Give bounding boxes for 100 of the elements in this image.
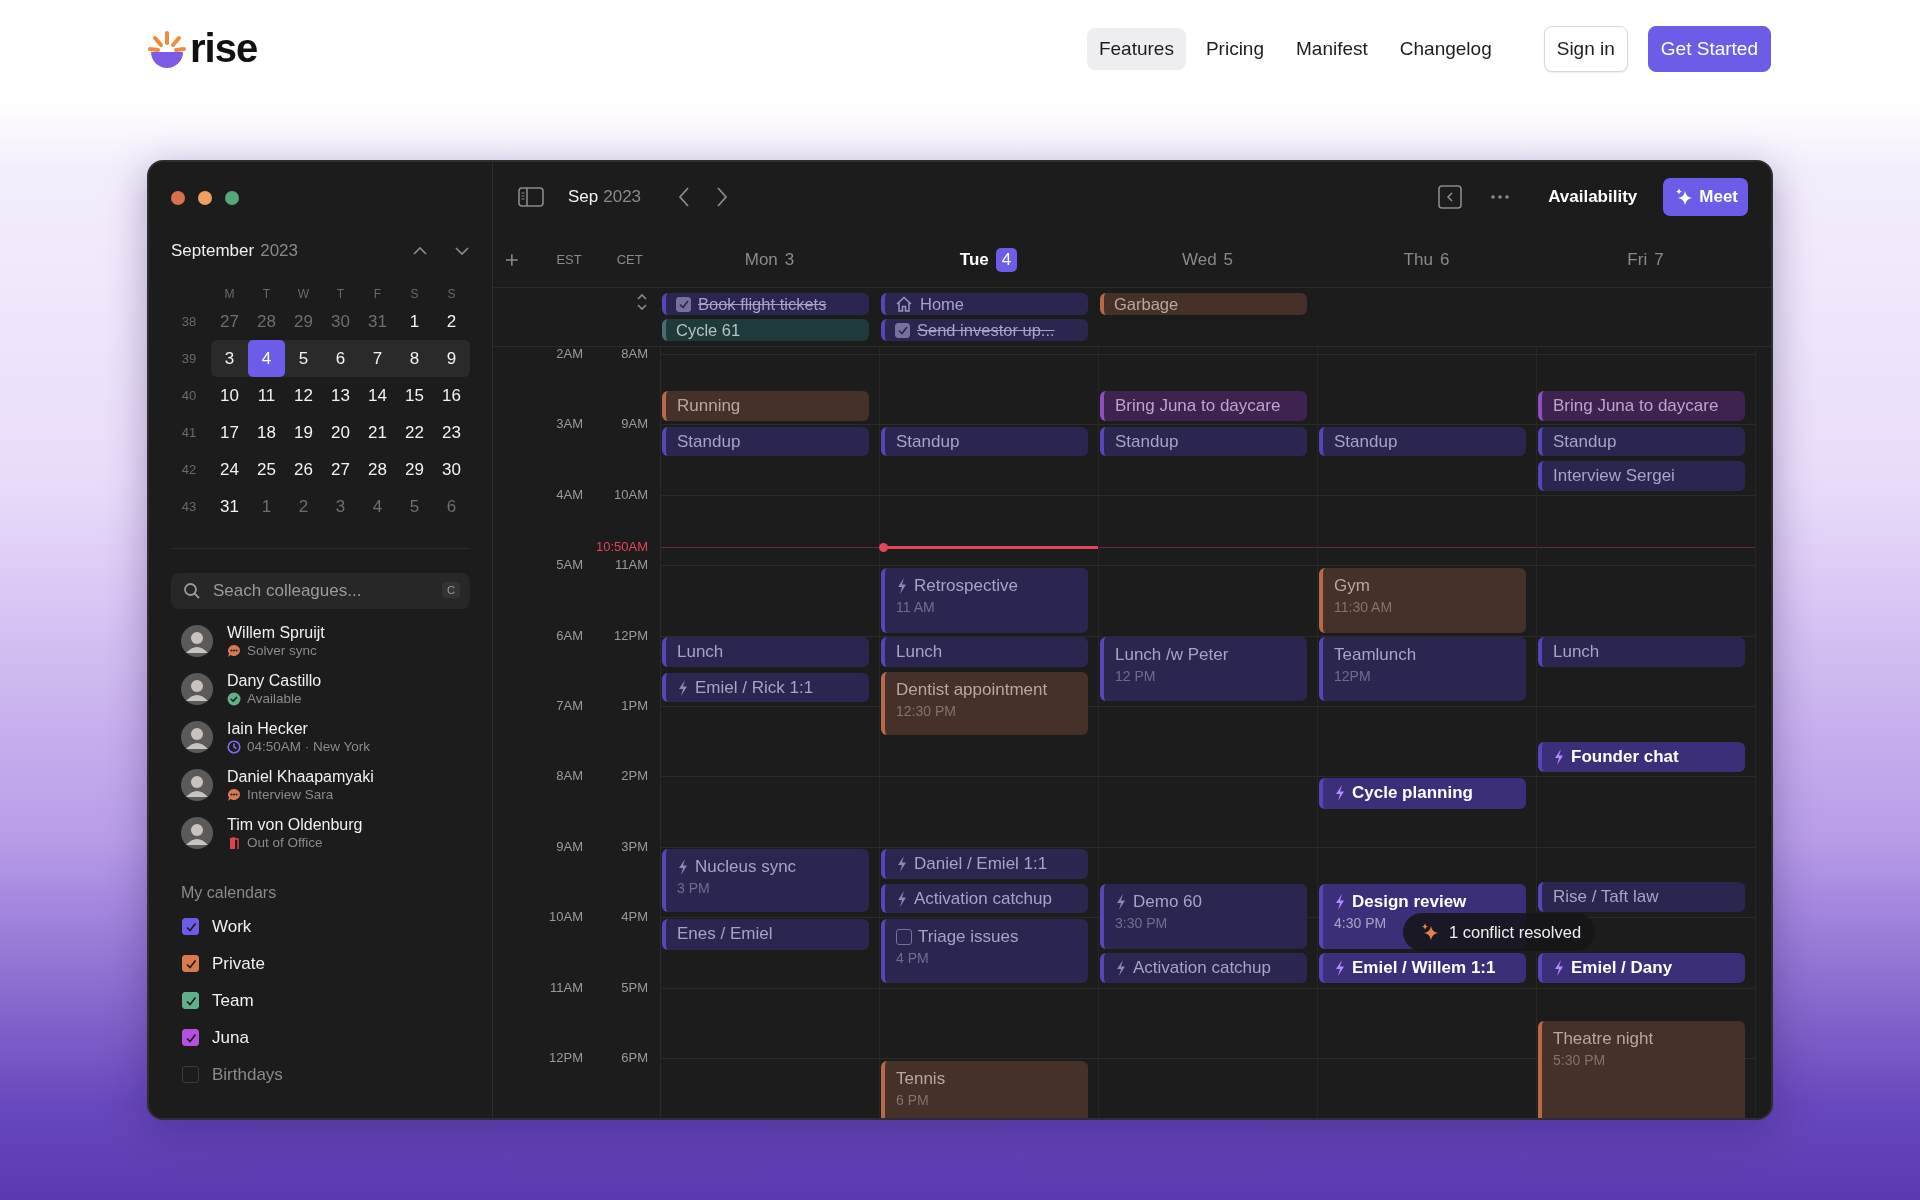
task-checkbox[interactable] [676,296,691,312]
calendar-event[interactable]: Bring Juna to daycare [1538,391,1745,421]
calendar-event[interactable]: Running [662,391,869,421]
maximize-window-dot[interactable] [225,191,239,205]
meet-button[interactable]: Meet [1663,178,1748,216]
calendar-day[interactable]: 10 [211,377,248,414]
calendar-day[interactable]: 1 [248,488,285,525]
calendar-day[interactable]: 11 [248,377,285,414]
calendar-event[interactable]: Standup [1100,427,1307,456]
calendar-day[interactable]: 8 [396,340,433,377]
previous-icon[interactable] [677,186,692,208]
avatar-icon[interactable] [181,769,213,801]
task-checkbox[interactable] [895,322,910,338]
nav-link[interactable]: Features [1086,27,1186,70]
calendar-event[interactable]: Lunch /w Peter 12 PM [1100,637,1307,701]
calendar-event[interactable]: Lunch [662,637,869,667]
calendar-event[interactable]: Activation catchup [1100,953,1307,983]
collapse-panel-icon[interactable] [1438,185,1463,209]
calendar-day[interactable]: 22 [396,414,433,451]
calendar-checkbox[interactable] [182,1029,199,1046]
calendar-day[interactable]: 16 [433,377,470,414]
all-day-event[interactable]: Book flight tickets [662,293,869,315]
calendar-event[interactable]: Standup [1319,427,1526,456]
calendar-checkbox[interactable] [182,918,199,935]
calendar-event[interactable]: Retrospective 11 AM [881,568,1088,633]
all-day-event[interactable]: Send investor up... [881,319,1088,341]
calendar-day[interactable]: 31 [359,303,396,340]
calendar-day[interactable]: 2 [433,303,470,340]
avatar-icon[interactable] [181,673,213,705]
nav-link[interactable]: Manifest [1284,27,1380,70]
calendar-day[interactable]: 30 [322,303,359,340]
calendar-day[interactable]: 20 [322,414,359,451]
calendar-day[interactable]: 26 [285,451,322,488]
calendar-day[interactable]: 9 [433,340,470,377]
get-started-button[interactable]: Get Started [1647,25,1771,72]
calendar-day[interactable]: 12 [285,377,322,414]
calendar-day[interactable]: 13 [322,377,359,414]
chevron-down-icon[interactable] [454,246,470,256]
day-header[interactable]: Wed 5 [1098,249,1317,270]
calendar-day[interactable]: 23 [433,414,470,451]
calendar-day[interactable]: 5 [396,488,433,525]
calendar-day[interactable]: 5 [285,340,322,377]
calendar-event[interactable]: Daniel / Emiel 1:1 [881,849,1088,879]
calendar-day[interactable]: 19 [285,414,322,451]
calendar-event[interactable]: Activation catchup [881,884,1088,913]
add-timezone-icon[interactable] [505,252,519,267]
calendar-checkbox[interactable] [182,1066,199,1083]
calendar-event[interactable]: Nucleus sync 3 PM [662,849,869,912]
calendar-day[interactable]: 28 [359,451,396,488]
calendar-day[interactable]: 21 [359,414,396,451]
calendar-day[interactable]: 3 [322,488,359,525]
availability-button[interactable]: Availability [1538,179,1648,215]
calendar-event[interactable]: Theatre night 5:30 PM [1538,1021,1745,1118]
calendar-day[interactable]: 27 [211,303,248,340]
all-day-event[interactable]: Home [881,293,1088,315]
calendar-day[interactable]: 3 [211,340,248,377]
calendar-event[interactable]: Standup [1538,427,1745,456]
chevron-up-icon[interactable] [412,246,428,256]
calendar-day[interactable]: 18 [248,414,285,451]
calendar-day[interactable]: 4 [248,340,285,377]
calendar-day[interactable]: 14 [359,377,396,414]
day-header[interactable]: Mon 3 [660,249,879,270]
calendar-day[interactable]: 2 [285,488,322,525]
calendar-event[interactable]: Gym 11:30 AM [1319,568,1526,633]
calendar-event[interactable]: Cycle planning [1319,778,1526,809]
calendar-event[interactable]: Lunch [881,637,1088,667]
calendar-event[interactable]: Dentist appointment 12:30 PM [881,672,1088,735]
calendar-day[interactable]: 6 [322,340,359,377]
calendar-event[interactable]: Triage issues 4 PM [881,919,1088,983]
calendar-day[interactable]: 1 [396,303,433,340]
calendar-event[interactable]: Standup [662,427,869,456]
calendar-event[interactable]: Emiel / Rick 1:1 [662,673,869,702]
calendar-event[interactable]: Emiel / Willem 1:1 [1319,953,1526,983]
calendar-checkbox[interactable] [182,992,199,1009]
calendar-day[interactable]: 7 [359,340,396,377]
calendar-day[interactable]: 15 [396,377,433,414]
calendar-checkbox[interactable] [182,955,199,972]
calendar-day[interactable]: 29 [396,451,433,488]
logo-wordmark[interactable]: rise [190,26,258,71]
calendar-event[interactable]: Founder chat [1538,742,1745,772]
calendar-event[interactable]: Emiel / Dany [1538,953,1745,983]
calendar-day[interactable]: 4 [359,488,396,525]
more-icon[interactable] [1490,194,1511,200]
sign-in-button[interactable]: Sign in [1543,25,1628,72]
nav-link[interactable]: Changelog [1387,27,1504,70]
avatar-icon[interactable] [181,625,213,657]
avatar-icon[interactable] [181,721,213,753]
next-icon[interactable] [715,186,730,208]
expand-collapse-icon[interactable] [636,293,648,311]
calendar-event[interactable]: Demo 60 3:30 PM [1100,884,1307,949]
calendar-day[interactable]: 28 [248,303,285,340]
calendar-event[interactable]: Enes / Emiel [662,919,869,950]
calendar-day[interactable]: 30 [433,451,470,488]
day-header[interactable]: Fri 7 [1536,249,1755,270]
nav-link[interactable]: Pricing [1193,27,1276,70]
avatar-icon[interactable] [181,817,213,849]
calendar-day[interactable]: 27 [322,451,359,488]
calendar-day[interactable]: 6 [433,488,470,525]
task-checkbox[interactable] [896,929,912,945]
day-header[interactable]: Tue 4 [879,247,1098,272]
